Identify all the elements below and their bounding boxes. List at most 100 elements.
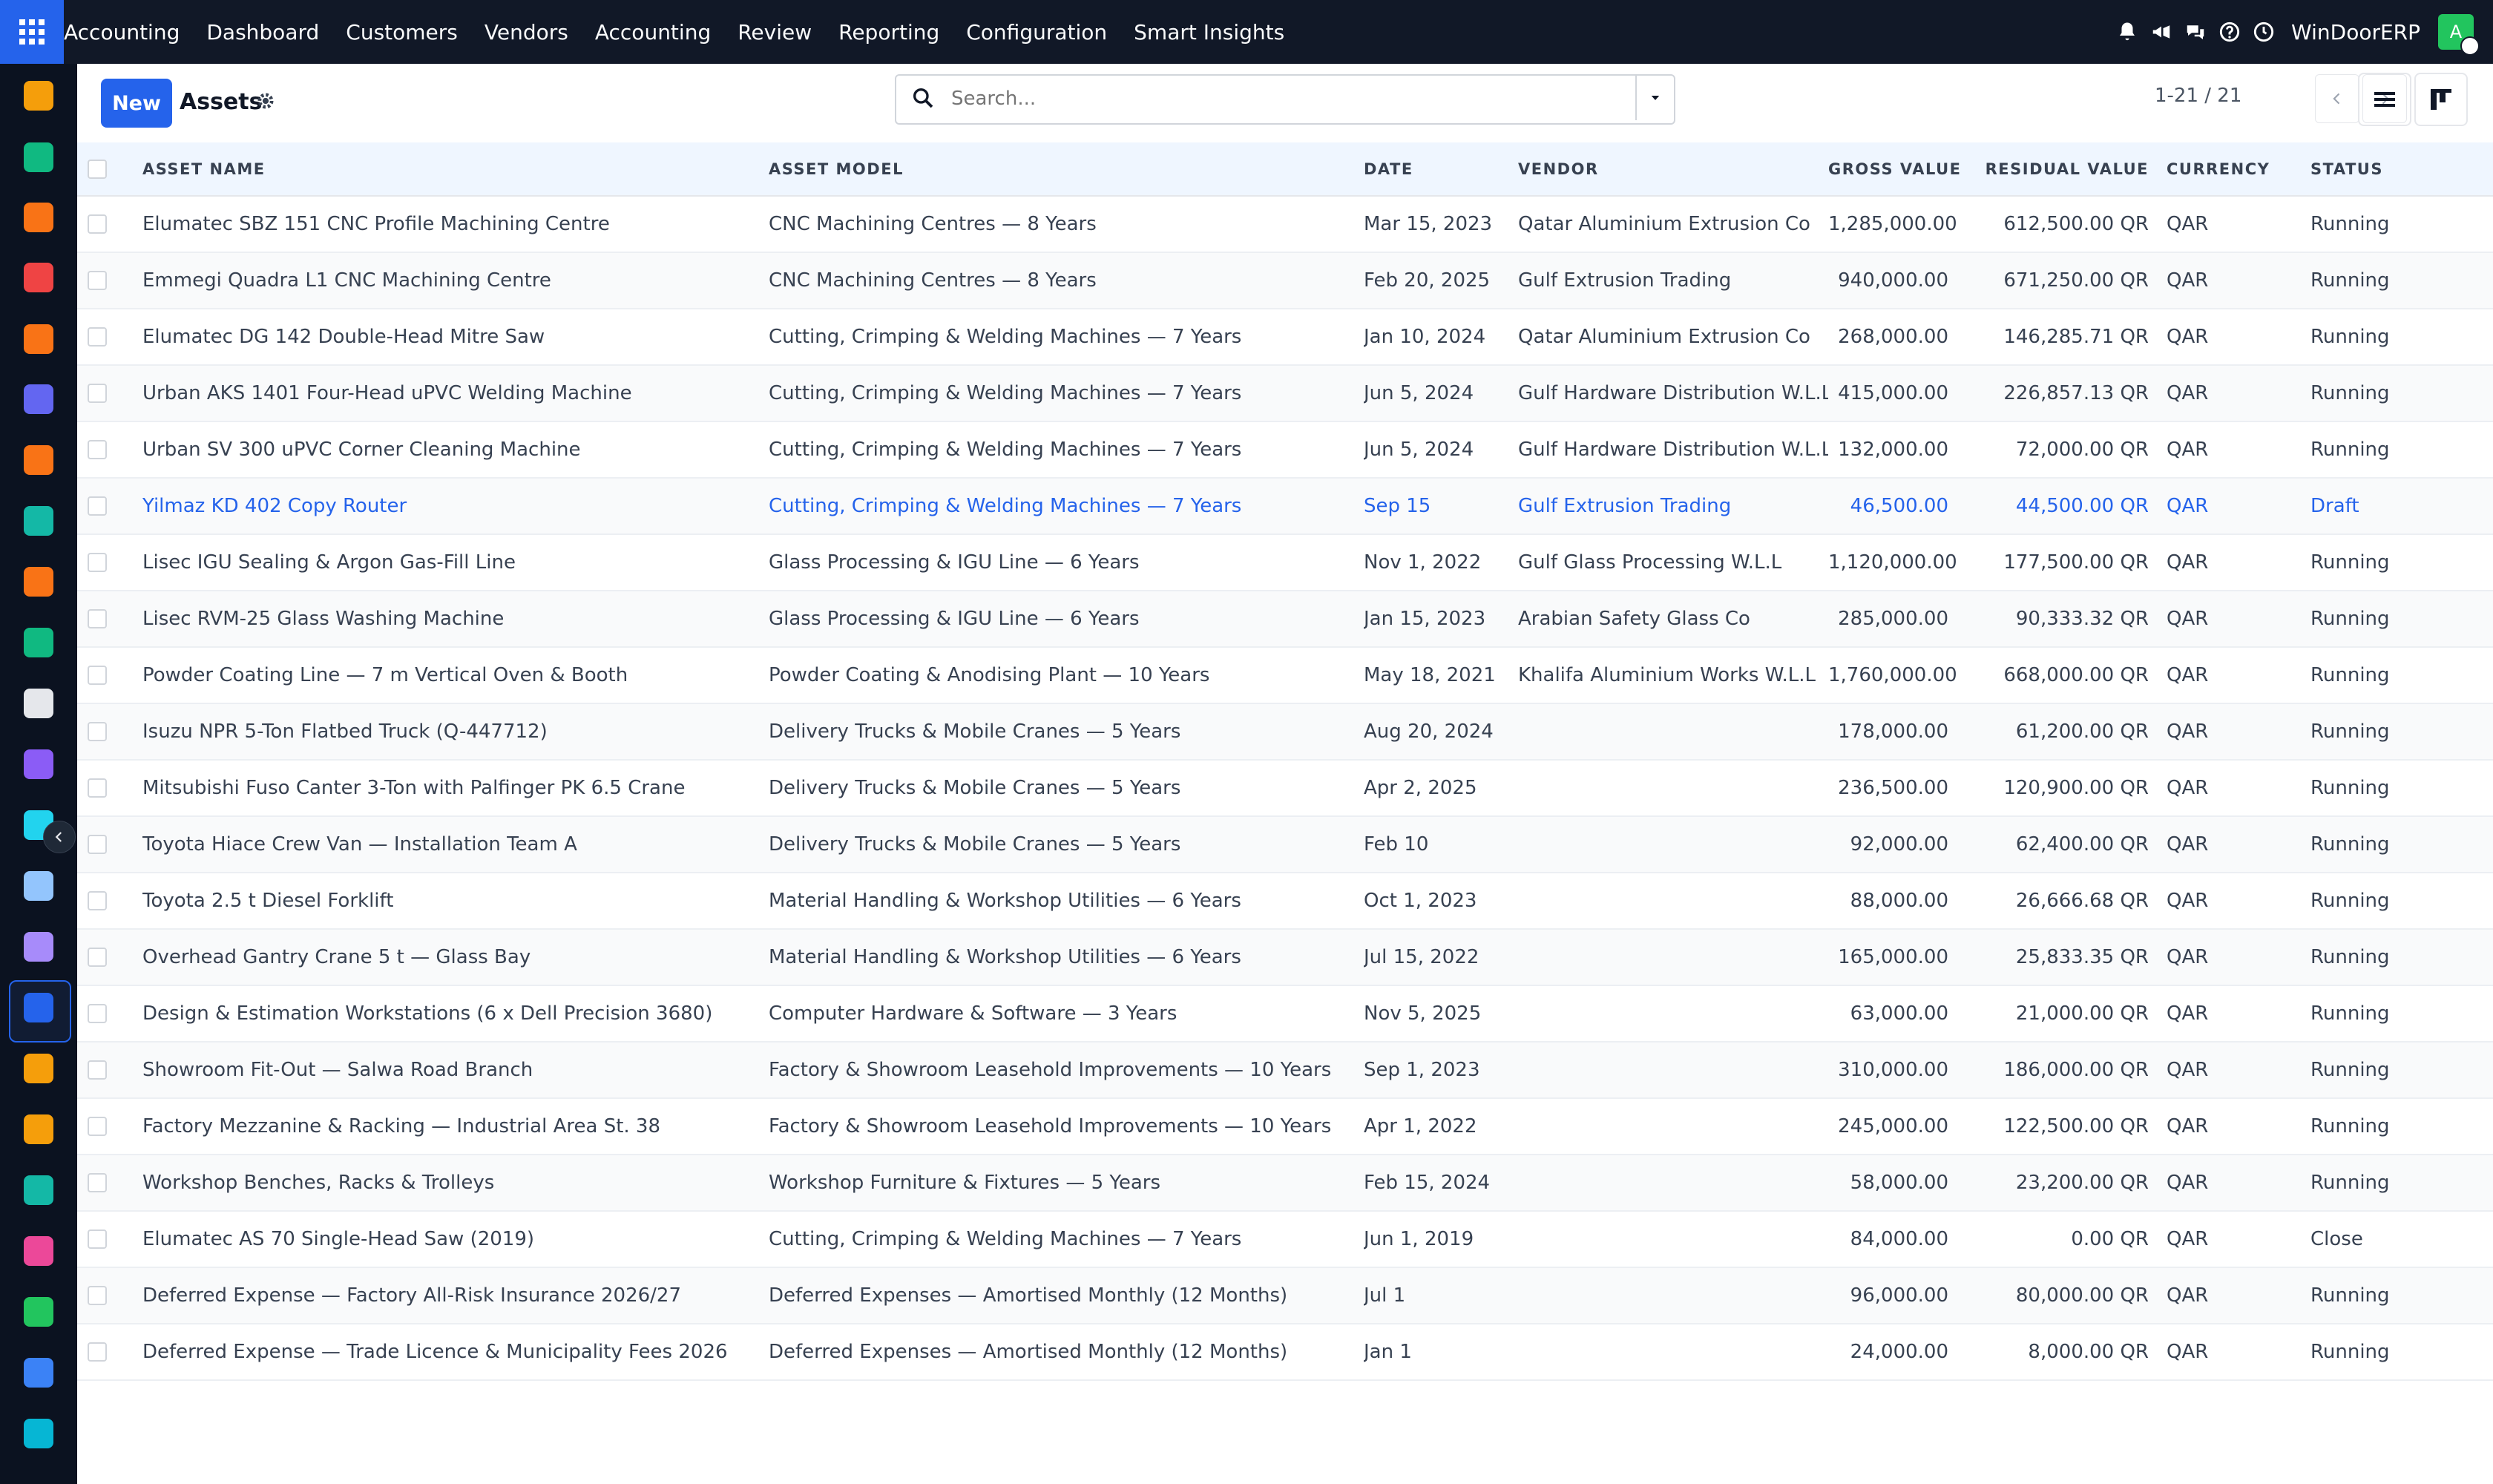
select-all-cell[interactable] [77, 142, 142, 196]
table-row[interactable]: Design & Estimation Workstations (6 x De… [77, 985, 2493, 1042]
table-row[interactable]: Elumatec AS 70 Single-Head Saw (2019) Cut… [77, 1211, 2493, 1267]
table-row[interactable]: Workshop Benches, Racks & Trolleys Worksh… [77, 1155, 2493, 1211]
menu-accounting[interactable]: Accounting [582, 20, 724, 45]
menu-vendors[interactable]: Vendors [471, 20, 582, 45]
row-checkbox[interactable] [88, 835, 107, 854]
row-checkbox[interactable] [88, 440, 107, 459]
pager-previous-button[interactable] [2315, 74, 2359, 123]
row-checkbox-cell[interactable] [77, 760, 142, 816]
sidebar-app-18-icon[interactable] [24, 1114, 53, 1144]
row-checkbox-cell[interactable] [77, 309, 142, 365]
row-checkbox[interactable] [88, 214, 107, 234]
bell-icon[interactable] [2113, 18, 2141, 46]
menu-dashboard[interactable]: Dashboard [193, 20, 332, 45]
row-checkbox[interactable] [88, 384, 107, 403]
table-row[interactable]: Overhead Gantry Crane 5 t — Glass Bay Mat… [77, 929, 2493, 985]
column-status[interactable]: STATUS [2310, 142, 2493, 196]
sidebar-app-2-icon[interactable] [24, 142, 53, 172]
row-checkbox-cell[interactable] [77, 1324, 142, 1380]
sidebar-whatsapp-app-icon[interactable] [24, 1297, 53, 1327]
clock-icon[interactable] [2250, 18, 2278, 46]
row-checkbox[interactable] [88, 553, 107, 572]
row-checkbox-cell[interactable] [77, 421, 142, 478]
megaphone-icon[interactable] [2147, 18, 2175, 46]
table-row[interactable]: Powder Coating Line — 7 m Vertical Oven … [77, 647, 2493, 703]
pager-value[interactable]: 1-21 / 21 [2155, 85, 2241, 107]
row-checkbox-cell[interactable] [77, 816, 142, 873]
row-checkbox-cell[interactable] [77, 534, 142, 591]
help-icon[interactable] [2216, 18, 2244, 46]
row-checkbox[interactable] [88, 327, 107, 347]
column-currency[interactable]: CURRENCY [2167, 142, 2310, 196]
search-input[interactable] [950, 83, 1591, 114]
app-title[interactable]: Accounting [64, 20, 180, 45]
row-checkbox-cell[interactable] [77, 252, 142, 309]
table-row[interactable]: Toyota Hiace Crew Van — Installation Tea… [77, 816, 2493, 873]
gear-icon[interactable] [255, 91, 277, 113]
column-gross-value[interactable]: GROSS VALUE [1828, 142, 1966, 196]
table-row[interactable]: Factory Mezzanine & Racking — Industrial… [77, 1098, 2493, 1155]
sidebar-collapse-button[interactable] [43, 821, 76, 853]
sidebar-app-10-icon[interactable] [24, 628, 53, 657]
table-row[interactable]: Emmegi Quadra L1 CNC Machining Centre CNC… [77, 252, 2493, 309]
row-checkbox[interactable] [88, 891, 107, 910]
sidebar-app-23-icon[interactable] [24, 1419, 53, 1448]
sidebar-app-6-icon[interactable] [24, 384, 53, 414]
sidebar-accounting-app-icon[interactable] [24, 993, 53, 1022]
row-checkbox-cell[interactable] [77, 985, 142, 1042]
row-checkbox[interactable] [88, 1286, 107, 1305]
column-asset-name[interactable]: ASSET NAME [142, 142, 769, 196]
row-checkbox[interactable] [88, 1173, 107, 1192]
table-row[interactable]: Urban AKS 1401 Four-Head uPVC Welding Ma… [77, 365, 2493, 421]
sidebar-app-11-icon[interactable] [24, 689, 53, 718]
table-row[interactable]: Mitsubishi Fuso Canter 3-Ton with Palfin… [77, 760, 2493, 816]
menu-customers[interactable]: Customers [332, 20, 471, 45]
row-checkbox[interactable] [88, 1117, 107, 1136]
row-checkbox-cell[interactable] [77, 647, 142, 703]
table-row[interactable]: Deferred Expense — Factory All-Risk Insu… [77, 1267, 2493, 1324]
sidebar-app-7-icon[interactable] [24, 445, 53, 475]
new-button[interactable]: New [101, 79, 172, 128]
row-checkbox[interactable] [88, 666, 107, 685]
column-vendor[interactable]: VENDOR [1518, 142, 1828, 196]
row-checkbox-cell[interactable] [77, 196, 142, 252]
avatar[interactable]: A [2438, 14, 2480, 56]
company-name[interactable]: WinDoorERP [2291, 20, 2420, 45]
row-checkbox[interactable] [88, 1229, 107, 1249]
table-row[interactable]: Isuzu NPR 5-Ton Flatbed Truck (Q-447712)… [77, 703, 2493, 760]
row-checkbox-cell[interactable] [77, 1098, 142, 1155]
select-all-checkbox[interactable] [88, 159, 107, 179]
sidebar-app-5-icon[interactable] [24, 324, 53, 354]
row-checkbox-cell[interactable] [77, 1155, 142, 1211]
row-checkbox[interactable] [88, 1004, 107, 1023]
sidebar-app-19-icon[interactable] [24, 1175, 53, 1205]
table-row[interactable]: Urban SV 300 uPVC Corner Cleaning Machin… [77, 421, 2493, 478]
list-view-button[interactable] [2358, 73, 2411, 126]
row-checkbox-cell[interactable] [77, 703, 142, 760]
column-date[interactable]: DATE [1364, 142, 1518, 196]
sidebar-app-20-icon[interactable] [24, 1236, 53, 1266]
row-checkbox[interactable] [88, 496, 107, 516]
kanban-view-button[interactable] [2414, 73, 2468, 126]
sidebar-app-9-icon[interactable] [24, 567, 53, 597]
chat-icon[interactable] [2181, 18, 2210, 46]
row-checkbox[interactable] [88, 609, 107, 628]
search-options-toggle[interactable] [1635, 76, 1674, 120]
row-checkbox[interactable] [88, 778, 107, 798]
table-row[interactable]: Toyota 2.5 t Diesel Forklift Material Han… [77, 873, 2493, 929]
row-checkbox-cell[interactable] [77, 478, 142, 534]
table-row[interactable]: Showroom Fit-Out — Salwa Road Branch Fact… [77, 1042, 2493, 1098]
sidebar-app-4-icon[interactable] [24, 263, 53, 292]
sidebar-app-17-icon[interactable] [24, 1054, 53, 1083]
sidebar-app-22-icon[interactable] [24, 1358, 53, 1388]
row-checkbox-cell[interactable] [77, 1267, 142, 1324]
row-checkbox[interactable] [88, 1060, 107, 1080]
sidebar-app-14-icon[interactable] [24, 871, 53, 901]
sidebar-app-3-icon[interactable] [24, 203, 53, 232]
menu-review[interactable]: Review [724, 20, 825, 45]
sidebar-app-1-icon[interactable] [24, 81, 53, 111]
row-checkbox-cell[interactable] [77, 873, 142, 929]
table-row[interactable]: Elumatec DG 142 Double-Head Mitre Saw Cut… [77, 309, 2493, 365]
table-row[interactable]: Elumatec SBZ 151 CNC Profile Machining C… [77, 196, 2493, 252]
row-checkbox[interactable] [88, 271, 107, 290]
